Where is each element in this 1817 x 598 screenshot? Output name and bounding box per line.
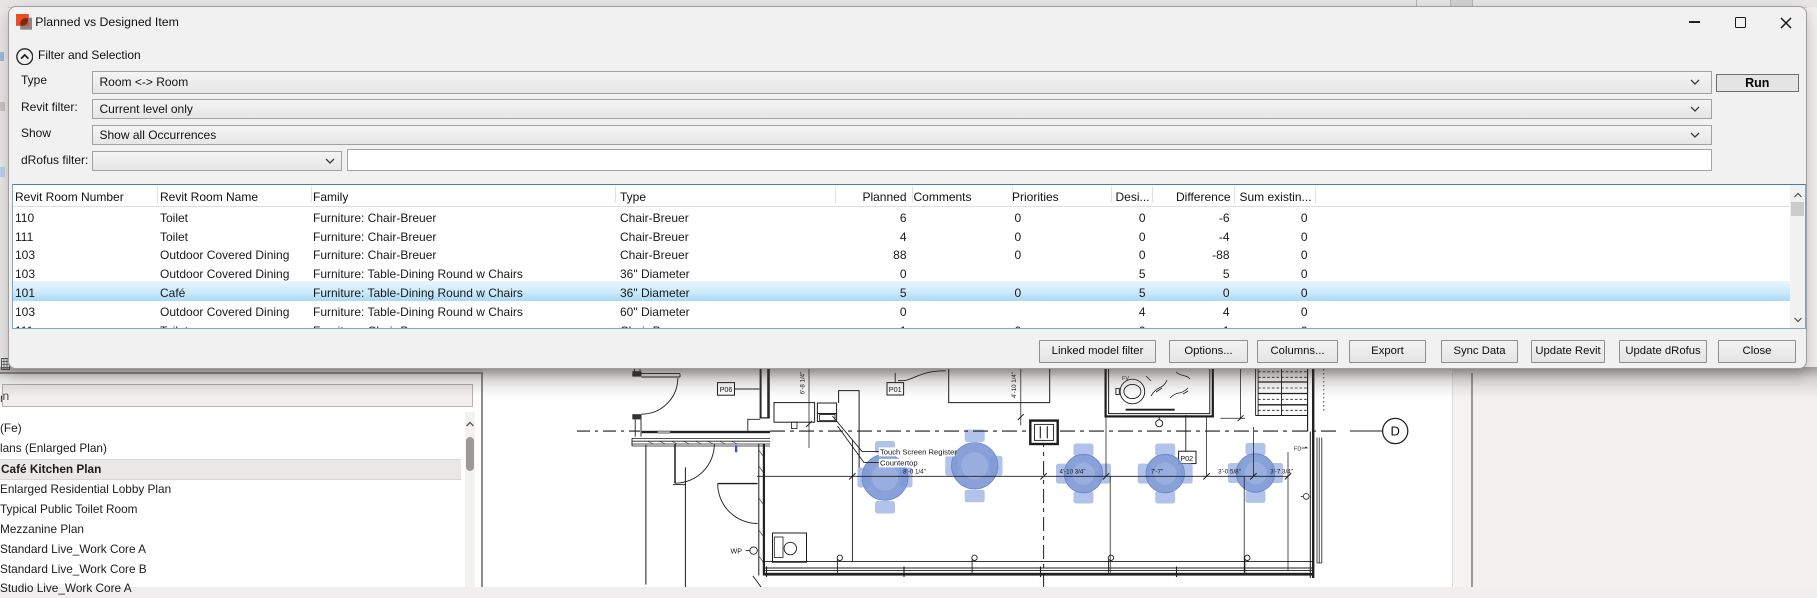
svg-text:FD: FD [1294, 447, 1301, 453]
svg-text:P02: P02 [1180, 454, 1193, 463]
svg-text:4'-10 1/4": 4'-10 1/4" [1011, 372, 1018, 398]
svg-text:D: D [1391, 424, 1400, 439]
svg-text:3'-0 5/8": 3'-0 5/8" [1218, 469, 1241, 476]
svg-text:7'-7": 7'-7" [1151, 469, 1163, 476]
svg-text:8'-0 1/4": 8'-0 1/4" [903, 469, 926, 476]
svg-text:3'-7 3/4": 3'-7 3/4" [1270, 469, 1293, 476]
svg-text:6'-8 1/4": 6'-8 1/4" [800, 372, 807, 395]
svg-text:Touch Screen Register: Touch Screen Register [880, 448, 957, 457]
svg-text:Countertop: Countertop [880, 459, 918, 468]
svg-text:P06: P06 [720, 385, 733, 394]
svg-text:P01: P01 [889, 385, 902, 394]
svg-text:4'-10 3/4": 4'-10 3/4" [1059, 469, 1085, 476]
svg-text:WP: WP [731, 547, 743, 556]
svg-text:FV: FV [1122, 376, 1129, 382]
